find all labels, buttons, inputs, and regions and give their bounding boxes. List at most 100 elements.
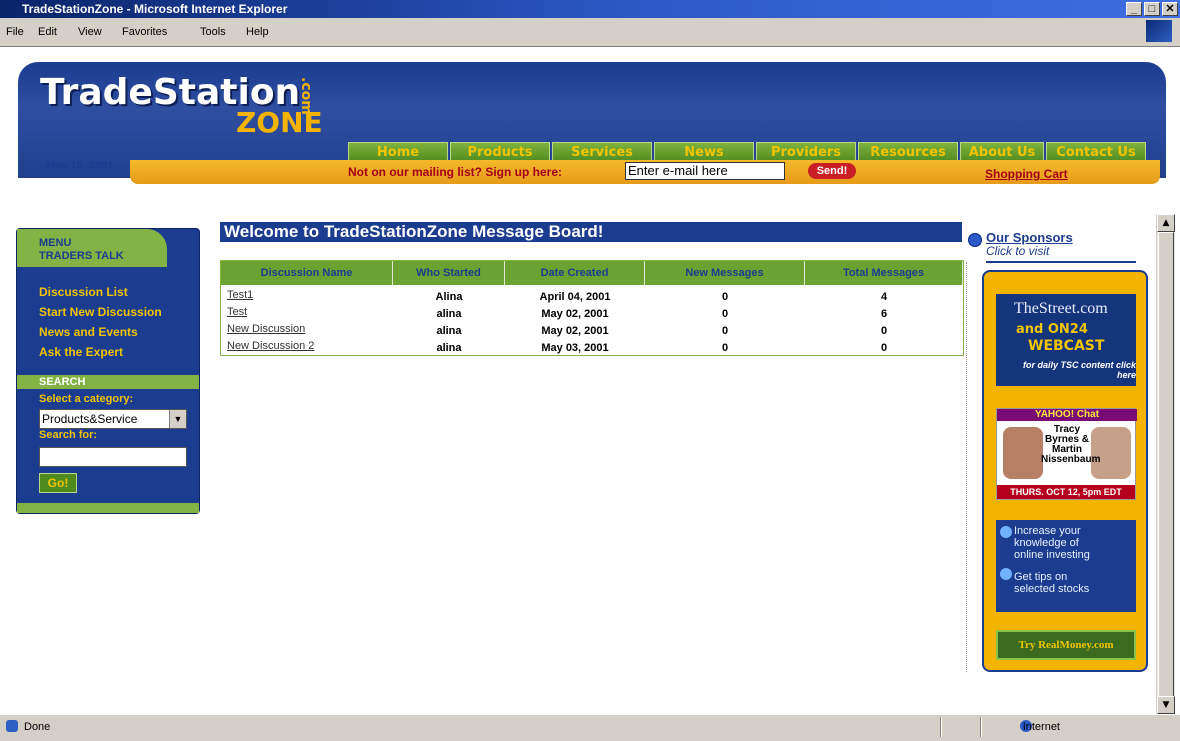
menu-bar: File Edit View Favorites Tools Help: [0, 18, 1180, 47]
col-total-messages: Total Messages: [805, 261, 963, 285]
col-new-messages: New Messages: [645, 261, 805, 285]
ad2-footer: THURS. OCT 12, 5pm EDT: [997, 485, 1135, 499]
menu-favorites[interactable]: Favorites: [122, 26, 167, 38]
row-new: 0: [721, 342, 729, 354]
go-button[interactable]: Go!: [39, 473, 77, 493]
col-discussion-name: Discussion Name: [221, 261, 393, 285]
menu-tools[interactable]: Tools: [200, 26, 226, 38]
ad1-line2: and ON24: [1016, 322, 1088, 337]
nav-news[interactable]: News: [654, 142, 754, 162]
discussion-link[interactable]: Test: [227, 306, 247, 318]
status-done: Done: [24, 721, 51, 733]
nav-contact-us[interactable]: Contact Us: [1046, 142, 1146, 162]
row-total: 0: [880, 325, 888, 337]
menu-view[interactable]: View: [78, 26, 102, 38]
person-photo: [1091, 427, 1131, 479]
search-header: SEARCH: [17, 375, 199, 389]
scroll-thumb[interactable]: [1158, 232, 1174, 702]
menu-label-sub: TRADERS TALK: [39, 250, 124, 262]
row-date: May 03, 2001: [541, 342, 609, 354]
bubble-icon: [1000, 526, 1012, 538]
sidebar-link-start-new-discussion[interactable]: Start New Discussion: [39, 305, 162, 319]
ad4-text: Try RealMoney.com: [1018, 639, 1114, 651]
ad-yahoo-chat[interactable]: YAHOO! Chat Tracy Byrnes & Martin Nissen…: [996, 408, 1137, 500]
search-input[interactable]: [39, 447, 187, 467]
discussion-link[interactable]: New Discussion: [227, 323, 305, 335]
ad3-line2: knowledge of: [1014, 537, 1079, 549]
row-total: 6: [880, 308, 888, 320]
sidebar-link-discussion-list[interactable]: Discussion List: [39, 285, 128, 299]
nav-providers[interactable]: Providers: [756, 142, 856, 162]
status-internet: Internet: [1022, 721, 1060, 733]
left-sidebar: MENU TRADERS TALK Discussion List Start …: [16, 228, 200, 514]
page-icon: [6, 720, 18, 732]
window-title: TradeStationZone - Microsoft Internet Ex…: [22, 2, 288, 16]
vertical-scrollbar[interactable]: ▲ ▼: [1156, 214, 1175, 714]
scroll-down-button[interactable]: ▼: [1157, 696, 1175, 714]
sidebar-link-ask-expert[interactable]: Ask the Expert: [39, 345, 123, 359]
row-total: 4: [880, 291, 888, 303]
row-who: alina: [436, 308, 462, 320]
category-label: Select a category:: [39, 393, 134, 405]
status-bar: Done Internet: [0, 714, 1180, 741]
ad-investing-tips[interactable]: Increase your knowledge of online invest…: [996, 520, 1136, 612]
ad-thestreet[interactable]: TheStreet.com and ON24 WEBCAST for daily…: [996, 294, 1136, 386]
shopping-cart-link[interactable]: Shopping Cart: [985, 167, 1068, 181]
nav-home[interactable]: Home: [348, 142, 448, 162]
sponsors-title[interactable]: Our Sponsors: [986, 230, 1073, 245]
main-nav: Home Products Services News Providers Re…: [348, 142, 1146, 162]
row-date: May 02, 2001: [541, 325, 609, 337]
logo-dotcom: .com: [298, 77, 314, 115]
scroll-up-button[interactable]: ▲: [1157, 214, 1175, 232]
close-button[interactable]: ✕: [1162, 2, 1178, 16]
menu-title: MENU TRADERS TALK: [39, 237, 124, 263]
discussion-link[interactable]: Test1: [227, 289, 253, 301]
nav-products[interactable]: Products: [450, 142, 550, 162]
ad1-line4: for daily TSC content click here: [1022, 360, 1136, 380]
row-new: 0: [721, 325, 729, 337]
maximize-button[interactable]: □: [1144, 2, 1160, 16]
ad3-line4: Get tips on: [1014, 571, 1068, 583]
mailing-bar: Not on our mailing list? Sign up here: E…: [130, 160, 1160, 184]
ad1-line1: TheStreet.com: [1014, 300, 1108, 317]
email-input[interactable]: Enter e-mail here: [625, 162, 785, 180]
row-new: 0: [721, 308, 729, 320]
col-who-started: Who Started: [393, 261, 505, 285]
row-new: 0: [721, 291, 729, 303]
sponsors-underline: [986, 261, 1136, 263]
arrow-icon: [968, 233, 982, 247]
status-separator: [980, 717, 982, 737]
category-select[interactable]: Products&Service ▼: [39, 409, 187, 429]
ad3-line3: online investing: [1014, 549, 1090, 561]
col-date-created: Date Created: [505, 261, 645, 285]
row-who: alina: [436, 342, 462, 354]
chevron-down-icon[interactable]: ▼: [169, 410, 186, 428]
row-who: Alina: [435, 291, 463, 303]
discussion-link[interactable]: New Discussion 2: [227, 340, 314, 352]
send-button[interactable]: Send!: [808, 163, 856, 179]
current-date: May 10, 2001: [46, 160, 114, 172]
menu-tab: MENU TRADERS TALK: [17, 229, 167, 267]
menu-file[interactable]: File: [6, 26, 24, 38]
nav-resources[interactable]: Resources: [858, 142, 958, 162]
category-value: Products&Service: [42, 412, 138, 426]
row-total: 0: [880, 342, 888, 354]
content-divider: [966, 262, 969, 672]
ad1-line3: WEBCAST: [1028, 338, 1105, 354]
menu-help[interactable]: Help: [246, 26, 269, 38]
windows-logo-icon: [1146, 20, 1172, 42]
nav-services[interactable]: Services: [552, 142, 652, 162]
welcome-banner: Welcome to TradeStationZone Message Boar…: [220, 222, 962, 242]
row-who: alina: [436, 325, 462, 337]
menu-label-main: MENU: [39, 237, 72, 249]
discussion-table: Discussion Name Who Started Date Created…: [220, 260, 964, 356]
search-label: Search for:: [39, 429, 98, 441]
nav-about-us[interactable]: About Us: [960, 142, 1044, 162]
minimize-button[interactable]: _: [1126, 2, 1142, 16]
sidebar-link-news-events[interactable]: News and Events: [39, 325, 138, 339]
ad2-header: YAHOO! Chat: [997, 409, 1137, 421]
ad3-line1: Increase your: [1014, 525, 1081, 537]
ad-realmoney[interactable]: Try RealMoney.com: [996, 630, 1136, 660]
menu-edit[interactable]: Edit: [38, 26, 57, 38]
window-title-bar: TradeStationZone - Microsoft Internet Ex…: [0, 0, 1180, 18]
